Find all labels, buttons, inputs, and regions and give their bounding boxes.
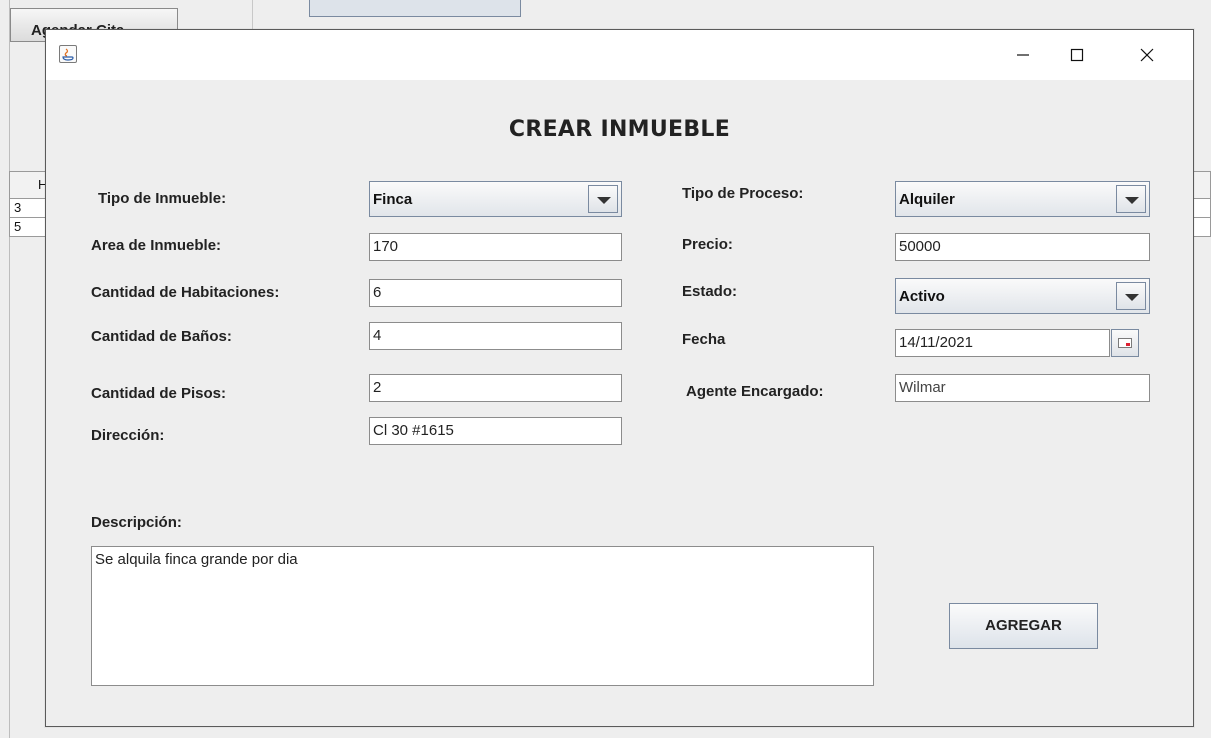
chevron-down-icon[interactable] (1116, 282, 1146, 310)
banos-label: Cantidad de Baños: (91, 328, 232, 345)
tipo-proceso-select[interactable]: Alquiler (895, 181, 1150, 217)
title-bar[interactable] (46, 30, 1193, 80)
area-field[interactable]: 170 (369, 233, 622, 261)
chevron-down-icon[interactable] (1116, 185, 1146, 213)
agregar-button[interactable]: AGREGAR (949, 603, 1098, 649)
java-app-icon (59, 45, 77, 63)
estado-value: Activo (899, 288, 945, 305)
tipo-inmueble-value: Finca (373, 191, 413, 208)
background-window-edge (9, 0, 10, 738)
tipo-inmueble-label: Tipo de Inmueble: (98, 190, 227, 207)
pisos-label: Cantidad de Pisos: (91, 385, 227, 402)
precio-field[interactable]: 50000 (895, 233, 1150, 261)
tipo-proceso-label: Tipo de Proceso: (682, 185, 804, 202)
page-title: CREAR INMUEBLE (508, 117, 731, 142)
calendar-icon[interactable] (1111, 329, 1139, 357)
agente-field[interactable]: Wilmar (895, 374, 1150, 402)
minimize-icon[interactable] (1000, 30, 1046, 80)
chevron-down-icon[interactable] (588, 185, 618, 213)
descripcion-textarea[interactable]: Se alquila finca grande por dia (91, 546, 874, 686)
tipo-proceso-value: Alquiler (899, 191, 955, 208)
close-icon[interactable] (1124, 30, 1170, 80)
pisos-field[interactable]: 2 (369, 374, 622, 402)
background-divider (252, 0, 253, 30)
agente-label: Agente Encargado: (686, 383, 824, 400)
fecha-label: Fecha (682, 331, 726, 348)
fecha-field[interactable]: 14/11/2021 (895, 329, 1110, 357)
habitaciones-field[interactable]: 6 (369, 279, 622, 307)
tipo-inmueble-select[interactable]: Finca (369, 181, 622, 217)
area-label: Area de Inmueble: (91, 237, 222, 254)
direccion-field[interactable]: Cl 30 #1615 (369, 417, 622, 445)
direccion-label: Dirección: (91, 427, 165, 444)
background-button[interactable] (309, 0, 521, 17)
descripcion-label: Descripción: (91, 514, 182, 531)
precio-label: Precio: (682, 236, 733, 253)
maximize-icon[interactable] (1054, 30, 1100, 80)
crear-inmueble-dialog: CREAR INMUEBLE Tipo de Inmueble: Finca A… (45, 29, 1194, 727)
habitaciones-label: Cantidad de Habitaciones: (91, 284, 280, 301)
estado-select[interactable]: Activo (895, 278, 1150, 314)
estado-label: Estado: (682, 283, 738, 300)
banos-field[interactable]: 4 (369, 322, 622, 350)
